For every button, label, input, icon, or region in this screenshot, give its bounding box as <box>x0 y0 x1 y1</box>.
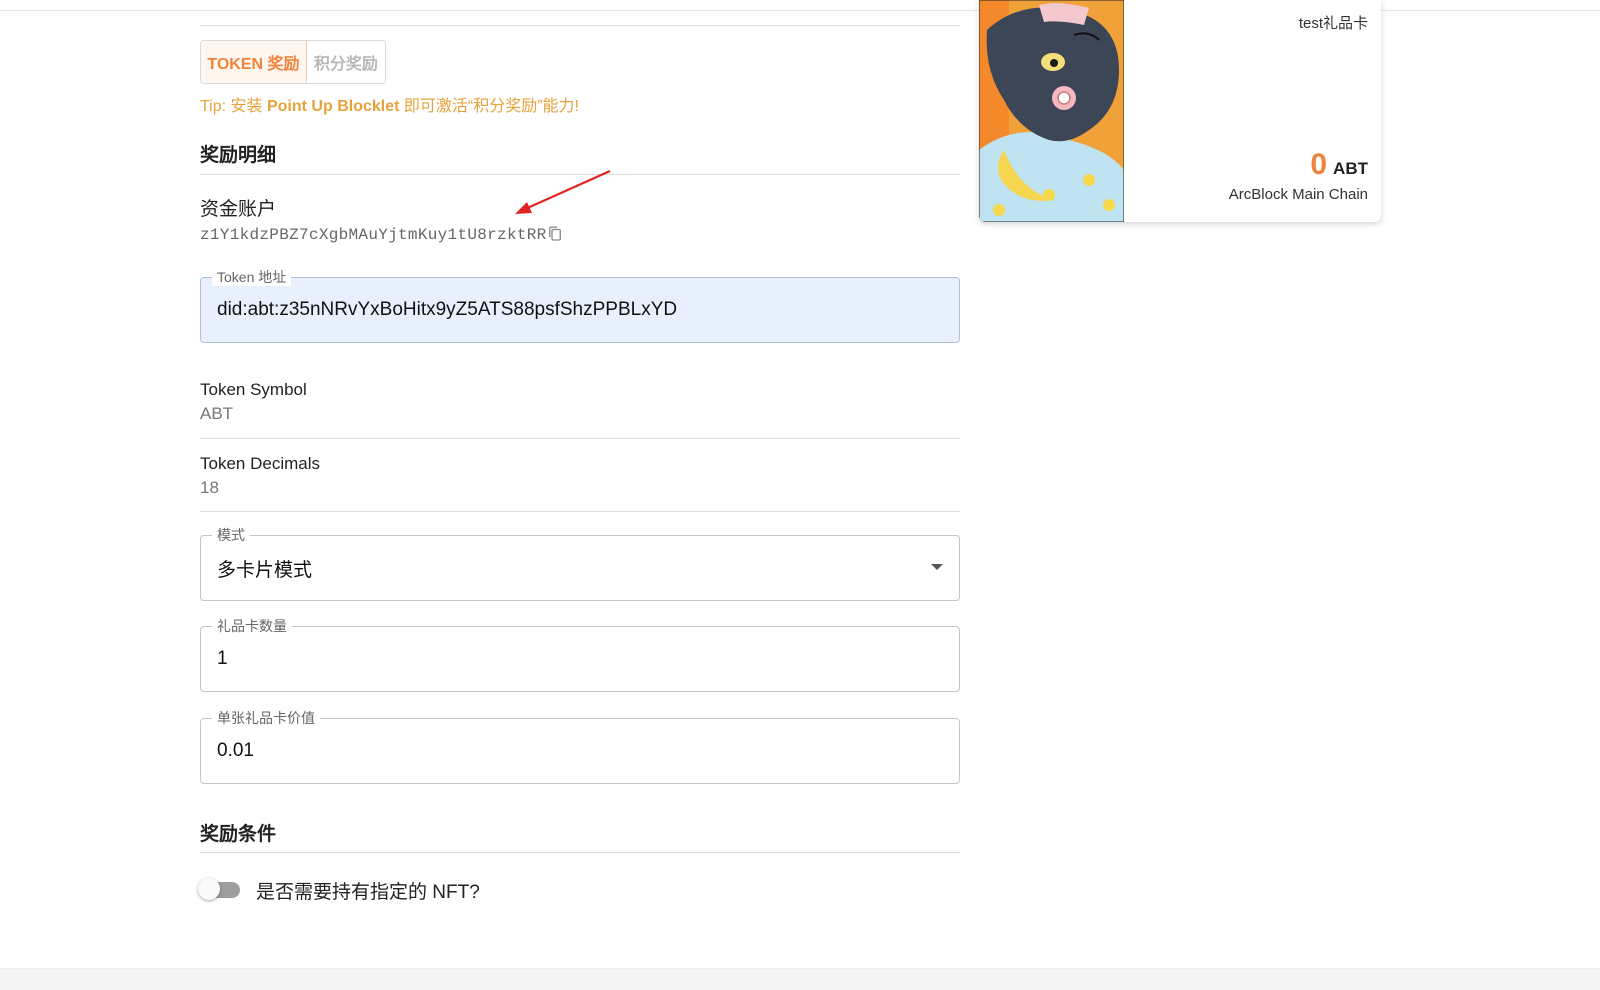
gift-card-amount-symbol: ABT <box>1333 159 1368 178</box>
nft-required-toggle[interactable] <box>198 878 244 902</box>
caret-down-icon[interactable] <box>931 564 943 570</box>
section-title-reward-conditions: 奖励条件 <box>200 824 277 845</box>
gift-card-preview: test礼品卡 0 ABT ArcBlock Main Chain <box>979 0 1381 222</box>
fund-account-label: 资金账户 <box>200 199 277 220</box>
section-title-reward-detail: 奖励明细 <box>200 145 277 166</box>
mode-select[interactable]: 模式 多卡片模式 <box>200 526 960 601</box>
card-count-input[interactable]: 1 <box>217 627 917 691</box>
tip-suffix: 即可激活“积分奖励”能力! <box>399 98 579 115</box>
nft-required-label: 是否需要持有指定的 NFT? <box>256 882 480 903</box>
divider-token-decimals <box>200 511 960 512</box>
tab-points-reward[interactable]: 积分奖励 <box>306 41 385 83</box>
gift-card-name: test礼品卡 <box>1298 15 1368 32</box>
divider-top <box>200 25 960 26</box>
card-count-field[interactable]: 礼品卡数量 1 <box>200 617 960 692</box>
copy-icon[interactable] <box>546 225 564 243</box>
tab-token-reward[interactable]: TOKEN 奖励 <box>201 41 307 83</box>
gift-card-illustration <box>979 0 1124 222</box>
gift-card-amount-value: 0 <box>1310 148 1328 181</box>
token-address-field[interactable]: Token 地址 did:abt:z35nNRvYxBoHitx9yZ5ATS8… <box>200 268 960 343</box>
tip-prefix: Tip: 安装 <box>200 98 267 115</box>
tip-text: Tip: 安装 Point Up Blocklet 即可激活“积分奖励”能力! <box>200 92 579 116</box>
gift-card-amount: 0 ABT <box>1310 148 1368 182</box>
divider-reward-conditions <box>200 852 960 853</box>
divider-token-symbol <box>200 438 960 439</box>
token-decimals-value: 18 <box>200 478 219 497</box>
card-value-input[interactable]: 0.01 <box>217 719 917 783</box>
token-symbol-label: Token Symbol <box>200 380 307 399</box>
mode-value[interactable]: 多卡片模式 <box>217 536 917 600</box>
fund-account-address: z1Y1kdzPBZ7cXgbMAuYjtmKuy1tU8rzktRR <box>200 226 547 244</box>
token-symbol-value: ABT <box>200 404 234 423</box>
token-address-input[interactable]: did:abt:z35nNRvYxBoHitx9yZ5ATS88psfShzPP… <box>217 278 917 342</box>
card-value-field[interactable]: 单张礼品卡价值 0.01 <box>200 709 960 784</box>
token-decimals-label: Token Decimals <box>200 454 320 473</box>
toggle-thumb <box>198 878 220 900</box>
gift-card-chain: ArcBlock Main Chain <box>1228 186 1368 203</box>
annotation-arrow <box>515 169 611 214</box>
tip-blocklet-name: Point Up Blocklet <box>266 98 400 115</box>
reward-type-toggle: TOKEN 奖励 积分奖励 <box>200 40 386 84</box>
bottom-bar <box>0 968 1600 990</box>
